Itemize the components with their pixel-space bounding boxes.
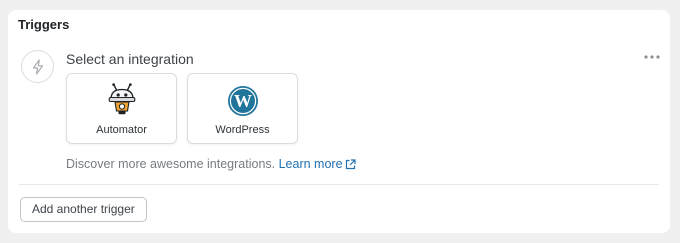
panel-title: Triggers [18,17,70,32]
integration-tile-automator[interactable]: Automator [66,73,177,144]
bolt-icon [21,50,54,83]
step-title: Select an integration [66,51,194,67]
triggers-panel: Triggers Select an integration Automator… [8,10,670,233]
divider [19,184,659,185]
more-options-button[interactable] [641,49,663,65]
discover-message: Discover more awesome integrations. [66,157,276,171]
svg-text:W: W [234,91,252,111]
discover-text: Discover more awesome integrations. Lear… [66,157,356,171]
add-trigger-button[interactable]: Add another trigger [20,197,147,222]
learn-more-label: Learn more [278,157,343,171]
automator-robot-icon [104,82,140,123]
integration-label: Automator [96,124,147,136]
learn-more-link[interactable]: Learn more [279,157,356,171]
more-horizontal-icon [644,55,660,59]
integration-label: WordPress [215,124,270,136]
external-link-icon [345,159,356,170]
wordpress-logo-icon: W [227,85,259,122]
integration-tile-wordpress[interactable]: W WordPress [187,73,298,144]
